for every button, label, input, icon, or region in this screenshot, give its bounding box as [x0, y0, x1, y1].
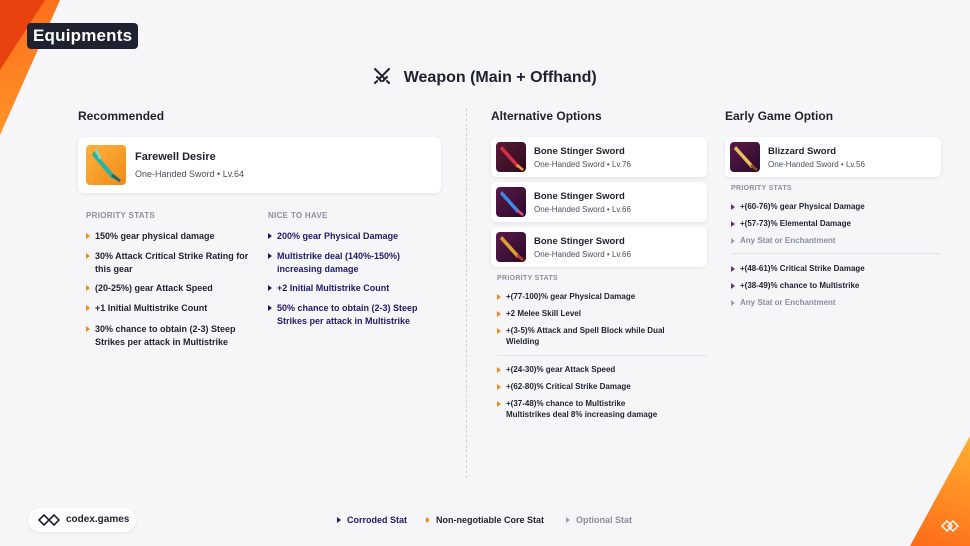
- sword-gold-icon: [730, 142, 760, 172]
- item-name: Bone Stinger Sword: [534, 191, 625, 202]
- stat-item: +2 Melee Skill Level: [497, 308, 697, 319]
- item-card-bone-stinger-2[interactable]: Bone Stinger Sword One-Handed Sword • Lv…: [491, 182, 707, 222]
- stat-item: +(24-30)% gear Attack Speed: [497, 364, 697, 375]
- stat-item: 50% chance to obtain (2-3) Steep Strikes…: [268, 302, 438, 327]
- item-card-farewell-desire[interactable]: Farewell Desire One-Handed Sword • Lv.64: [78, 137, 441, 193]
- stat-item: Multistrike deal (140%-150%) increasing …: [268, 250, 428, 275]
- stat-item: +(48-61)% Critical Strike Damage: [731, 263, 931, 274]
- item-name: Bone Stinger Sword: [534, 236, 625, 247]
- crossed-swords-icon: [374, 68, 391, 84]
- item-card-blizzard-sword[interactable]: Blizzard Sword One-Handed Sword • Lv.56: [725, 137, 941, 177]
- stat-item: Any Stat or Enchantment: [731, 297, 931, 308]
- item-card-bone-stinger-1[interactable]: Bone Stinger Sword One-Handed Sword • Lv…: [491, 137, 707, 177]
- legend-corroded: Corroded Stat: [337, 515, 407, 525]
- alternative-heading: Alternative Options: [491, 109, 602, 123]
- brand-badge[interactable]: codex.games: [28, 508, 136, 532]
- stat-item: 150% gear physical damage: [86, 230, 256, 243]
- stat-item: 30% chance to obtain (2-3) Steep Strikes…: [86, 323, 261, 348]
- stat-item: +(60-76)% gear Physical Damage: [731, 201, 931, 212]
- stat-item: +(77-100)% gear Physical Damage: [497, 291, 697, 302]
- legend-core: Non-negotiable Core Stat: [426, 515, 544, 525]
- stat-item: +(62-80)% Critical Strike Damage: [497, 381, 697, 392]
- page-title: Equipments: [27, 23, 139, 49]
- recommended-heading: Recommended: [78, 109, 165, 123]
- brand-name: codex.games: [66, 514, 130, 525]
- item-subtitle: One-Handed Sword • Lv.76: [534, 160, 631, 169]
- stat-item: +2 Initial Multistrike Count: [268, 282, 438, 295]
- section-title-text: Weapon (Main + Offhand): [403, 69, 597, 86]
- stat-item: 30% Attack Critical Strike Rating for th…: [86, 250, 261, 275]
- corner-decoration-bottom-right: [910, 436, 970, 546]
- stat-item: +(38-49)% chance to Multistrike: [731, 280, 931, 291]
- item-name: Farewell Desire: [135, 151, 216, 163]
- divider: [731, 253, 941, 254]
- item-subtitle: One-Handed Sword • Lv.66: [534, 205, 631, 214]
- item-name: Blizzard Sword: [768, 146, 837, 157]
- legend-optional: Optional Stat: [566, 515, 632, 525]
- priority-stats-label: PRIORITY STATS: [731, 185, 792, 192]
- early-game-heading: Early Game Option: [725, 109, 834, 123]
- stat-item: +(37-48)% chance to Multistrike Multistr…: [497, 398, 672, 420]
- codex-logo-icon: [38, 513, 60, 527]
- stat-item: Any Stat or Enchantment: [731, 235, 931, 246]
- stat-item: (20-25%) gear Attack Speed: [86, 282, 256, 295]
- nice-to-have-label: NICE TO HAVE: [268, 211, 328, 220]
- sword-blue-icon: [496, 187, 526, 217]
- item-card-bone-stinger-3[interactable]: Bone Stinger Sword One-Handed Sword • Lv…: [491, 227, 707, 267]
- item-subtitle: One-Handed Sword • Lv.66: [534, 250, 631, 259]
- section-title: Weapon (Main + Offhand): [0, 67, 970, 87]
- item-subtitle: One-Handed Sword • Lv.64: [135, 169, 245, 179]
- stat-item: +1 Initial Multistrike Count: [86, 302, 256, 315]
- priority-stats-label: PRIORITY STATS: [497, 275, 558, 282]
- column-divider: [466, 108, 467, 478]
- item-name: Bone Stinger Sword: [534, 146, 625, 157]
- stat-item: 200% gear Physical Damage: [268, 230, 438, 243]
- item-subtitle: One-Handed Sword • Lv.56: [768, 160, 865, 169]
- stat-item: +(57-73)% Elemental Damage: [731, 218, 931, 229]
- priority-stats-label: PRIORITY STATS: [86, 211, 156, 220]
- codex-logo-icon: [940, 519, 960, 533]
- sword-gold-icon: [496, 232, 526, 262]
- stat-item: +(3-5)% Attack and Spell Block while Dua…: [497, 325, 667, 347]
- sword-teal-icon: [86, 145, 126, 185]
- divider: [497, 355, 707, 356]
- sword-red-icon: [496, 142, 526, 172]
